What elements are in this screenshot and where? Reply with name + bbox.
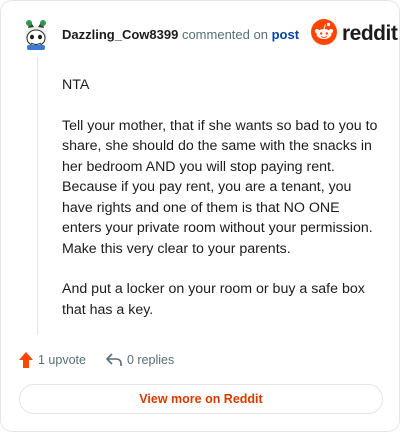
upvote-button[interactable]: 1 upvote [19,352,86,368]
embedded-comment-card: Dazzling_Cow8399 commented on post reddi… [0,0,400,432]
reddit-wordmark: reddit [342,22,398,45]
username-link[interactable]: Dazzling_Cow8399 [62,27,178,42]
post-link[interactable]: post [272,27,299,42]
user-avatar-icon[interactable] [21,18,51,50]
comment-paragraph: And put a locker on your room or buy a s… [62,281,365,318]
upvote-count: 1 upvote [38,353,86,367]
reddit-brand[interactable]: reddit [311,18,398,50]
replies-count: 0 replies [126,353,175,367]
commented-on-text: commented on [181,27,268,42]
replies-button[interactable]: 0 replies [106,353,174,367]
comment-actions: 1 upvote 0 replies [19,350,174,370]
comment-body: NTA Tell your mother, that if she wants … [62,75,382,340]
thread-line [37,57,38,335]
reply-icon [106,353,122,366]
upvote-arrow-icon [19,352,33,368]
comment-paragraph: Tell your mother, that if she wants so b… [62,117,378,257]
reddit-logo-icon [311,18,337,50]
comment-header: Dazzling_Cow8399 commented on post [62,27,299,42]
view-more-button[interactable]: View more on Reddit [19,384,383,414]
comment-paragraph: NTA [62,77,90,93]
